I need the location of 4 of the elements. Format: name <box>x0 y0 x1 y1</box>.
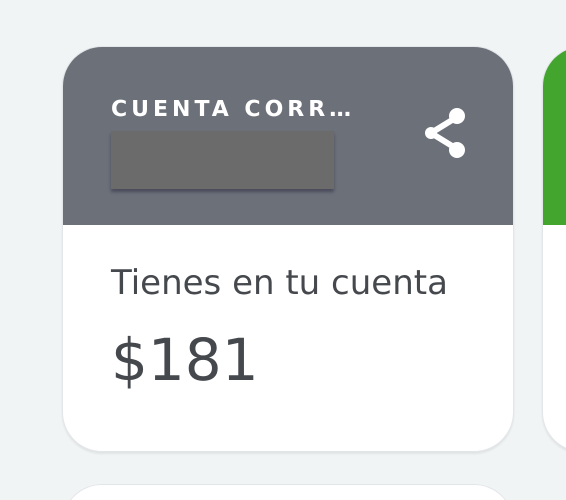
account-title: CUENTA CORR… <box>111 97 356 124</box>
balance-amount: $181 <box>111 326 260 396</box>
account-card[interactable]: CUENTA CORR… Tienes en tu cuenta $181 <box>62 46 514 452</box>
balance-label: Tienes en tu cuenta <box>111 263 449 304</box>
